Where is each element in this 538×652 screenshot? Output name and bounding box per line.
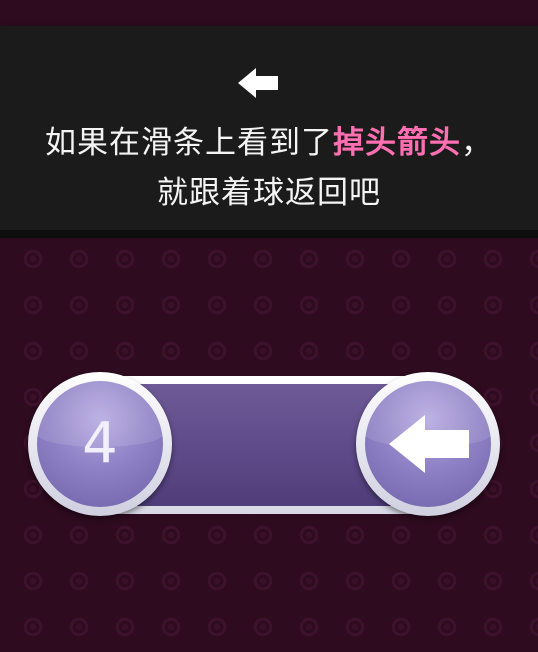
tutorial-line-1: 如果在滑条上看到了掉头箭头， [0,118,538,168]
tutorial-line-2: 就跟着球返回吧 [157,175,381,211]
tutorial-text: 如果在滑条上看到了掉头箭头， 就跟着球返回吧 [0,118,538,218]
tutorial-line-1-prefix: 如果在滑条上看到了 [45,125,333,161]
top-strip [0,0,538,26]
tutorial-line-1-suffix: ， [461,125,493,161]
number-ball-face: 4 [37,381,163,507]
turnaround-ball-face [365,381,491,507]
ball-number: 4 [82,411,118,476]
left-arrow-icon [238,68,278,98]
number-ball[interactable]: 4 [28,372,172,516]
tutorial-highlight-text: 掉头箭头 [333,125,461,161]
turnaround-ball[interactable] [356,372,500,516]
banner-divider [0,230,538,238]
slider-bar[interactable]: 4 [28,372,500,518]
u-turn-left-arrow-icon [389,415,469,473]
